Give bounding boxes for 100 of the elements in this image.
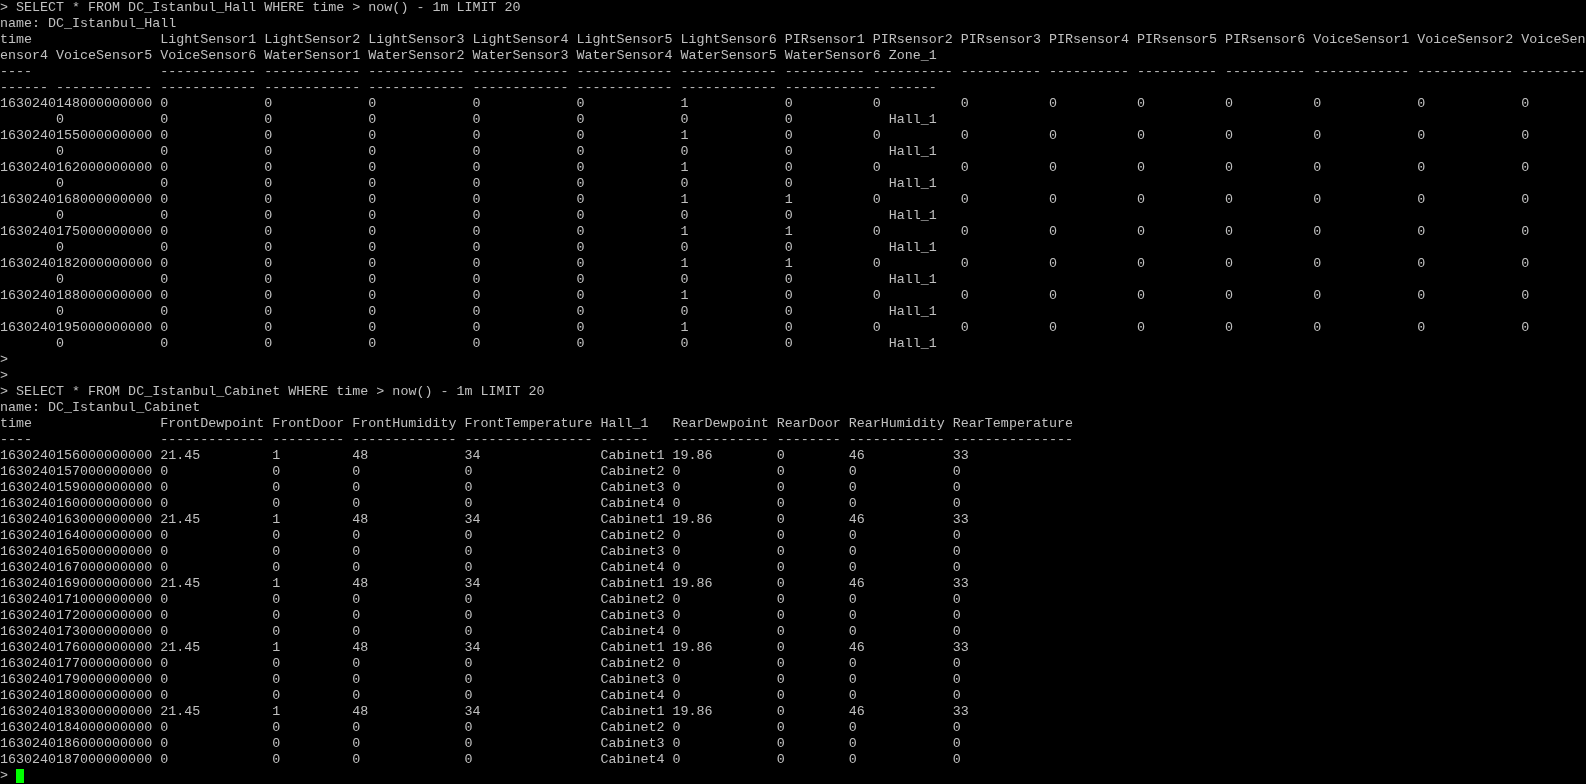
table-cell: 0	[272, 544, 281, 559]
table-cell: 0	[776, 512, 785, 527]
table-cell: 0	[776, 656, 785, 671]
table-cell: 1630240182000000000	[0, 256, 153, 271]
table-cell: 0	[272, 464, 281, 479]
table-cell: 0	[848, 752, 857, 767]
header-underline: ------------	[160, 80, 257, 95]
table-cell: 21.45	[160, 448, 201, 463]
table-cell: 0	[264, 112, 273, 127]
table-cell: 0	[368, 336, 377, 351]
table-cell: 0	[160, 528, 169, 543]
table-cell: 0	[672, 464, 681, 479]
table-cell: 0	[576, 96, 585, 111]
table-cell: 0	[672, 672, 681, 687]
table-cell: 0	[848, 464, 857, 479]
table-cell: 0	[264, 208, 273, 223]
table-cell: Hall_1	[888, 112, 937, 127]
header-underline: ------------	[848, 432, 945, 447]
table-cell: 0	[784, 160, 793, 175]
table-cell: 0	[368, 144, 377, 159]
table-cell: 0	[160, 624, 169, 639]
table-cell: 0	[576, 224, 585, 239]
header-underline: ----------------	[464, 432, 593, 447]
table-cell: 48	[352, 448, 369, 463]
table-cell: 1630240156000000000	[0, 448, 153, 463]
header-underline: ----------	[960, 64, 1041, 79]
table-cell: 0	[1417, 160, 1426, 175]
column-header: LightSensor5	[576, 32, 673, 47]
table-cell: 0	[672, 688, 681, 703]
table-cell: 1	[784, 256, 793, 271]
table-cell: 0	[1417, 96, 1426, 111]
table-cell: 0	[56, 208, 65, 223]
table-cell: 0	[776, 720, 785, 735]
table-cell: 0	[160, 208, 169, 223]
table-cell: 0	[576, 208, 585, 223]
table-cell: 0	[1048, 288, 1057, 303]
header-underline: ------------	[1417, 64, 1514, 79]
table-cell: 21.45	[160, 704, 201, 719]
table-cell: 0	[576, 288, 585, 303]
table-cell: 0	[872, 224, 881, 239]
column-header: time	[0, 32, 33, 47]
column-header: Hall_1	[600, 416, 649, 431]
table-cell: 0	[352, 544, 361, 559]
table-cell: 1	[680, 256, 689, 271]
table-cell: 0	[272, 672, 281, 687]
table-cell: 0	[1225, 288, 1234, 303]
table-cell: 0	[1313, 96, 1322, 111]
table-cell: 0	[1137, 160, 1146, 175]
text-cursor	[16, 769, 24, 783]
table-cell: 0	[848, 624, 857, 639]
table-cell: Cabinet2	[600, 720, 665, 735]
table-cell: 1630240177000000000	[0, 656, 153, 671]
table-cell: 0	[160, 224, 169, 239]
table-cell: 1	[680, 160, 689, 175]
table-cell: Cabinet3	[600, 480, 665, 495]
table-cell: 0	[264, 240, 273, 255]
column-header: PIRsensor4	[1048, 32, 1129, 47]
table-cell: 46	[848, 704, 865, 719]
table-cell: 33	[952, 576, 969, 591]
table-cell: 0	[272, 496, 281, 511]
table-cell: 0	[576, 256, 585, 271]
header-underline: ----------	[872, 64, 953, 79]
table-cell: 1630240188000000000	[0, 288, 153, 303]
table-cell: 0	[160, 176, 169, 191]
table-cell: 1630240163000000000	[0, 512, 153, 527]
table-cell: 0	[672, 624, 681, 639]
table-cell: 0	[472, 176, 481, 191]
table-cell: 0	[368, 288, 377, 303]
header-underline: ------------	[680, 80, 777, 95]
table-cell: 0	[472, 96, 481, 111]
table-cell: 1630240168000000000	[0, 192, 153, 207]
table-cell: 0	[1313, 256, 1322, 271]
column-header: ensor4	[0, 48, 49, 63]
table-cell: Hall_1	[888, 144, 937, 159]
table-cell: 0	[1521, 192, 1530, 207]
table-cell: 48	[352, 640, 369, 655]
header-underline: ------------	[472, 64, 569, 79]
table-cell: Cabinet2	[600, 592, 665, 607]
table-cell: 0	[776, 752, 785, 767]
header-underline: ------	[888, 80, 937, 95]
column-header: LightSensor2	[264, 32, 361, 47]
table-cell: 0	[672, 720, 681, 735]
table-cell: 1	[680, 192, 689, 207]
header-underline: ------------	[264, 64, 361, 79]
table-cell: 0	[464, 752, 473, 767]
table-cell: 0	[872, 160, 881, 175]
table-cell: 0	[872, 128, 881, 143]
header-underline: ------------	[576, 80, 673, 95]
table-cell: 0	[368, 112, 377, 127]
table-cell: 0	[56, 144, 65, 159]
table-cell: 0	[1225, 160, 1234, 175]
column-header: LightSensor1	[160, 32, 257, 47]
table-cell: 0	[776, 576, 785, 591]
table-cell: 46	[848, 576, 865, 591]
table-cell: 33	[952, 512, 969, 527]
table-cell: 0	[160, 592, 169, 607]
table-cell: 0	[56, 176, 65, 191]
table-cell: 0	[464, 592, 473, 607]
table-cell: 0	[784, 240, 793, 255]
table-cell: 0	[464, 496, 473, 511]
